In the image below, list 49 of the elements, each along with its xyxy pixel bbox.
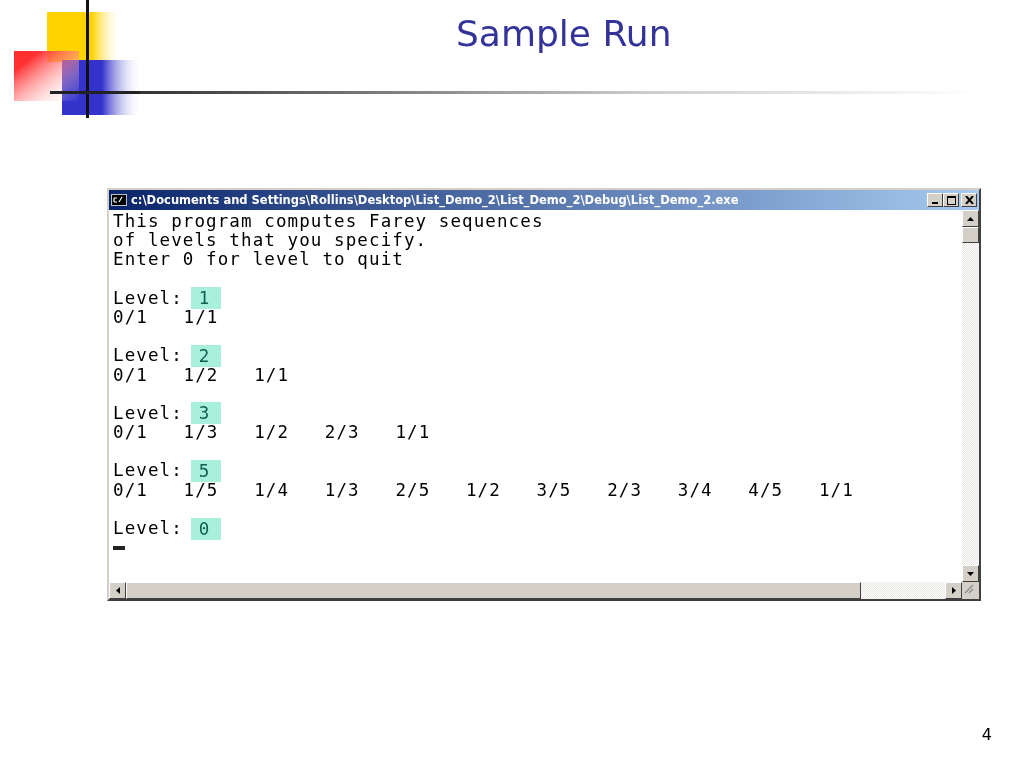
fraction-text: 2/3 — [324, 423, 361, 443]
fraction-text: 0/1 — [113, 480, 149, 500]
minimize-button[interactable] — [927, 193, 943, 207]
fraction-text: 0/1 — [113, 365, 149, 385]
console-text: Enter 0 for level to quit — [113, 250, 404, 270]
fraction-text: 0/1 — [113, 423, 149, 443]
fraction-text: 1/3 — [324, 480, 361, 500]
fraction-text: 1/3 — [183, 423, 220, 443]
fraction-text: 3/4 — [677, 480, 714, 500]
fraction-text: 1/1 — [183, 307, 220, 328]
maximize-icon — [946, 195, 956, 205]
scroll-right-button[interactable] — [945, 582, 962, 599]
fraction-text: 1/1 — [818, 480, 855, 500]
fraction-text: 1/5 — [183, 480, 220, 500]
vertical-scrollbar[interactable] — [962, 210, 979, 582]
scroll-up-button[interactable] — [962, 210, 979, 227]
prompt-label: Level: — [113, 288, 183, 308]
fraction-text: 1/2 — [254, 423, 291, 443]
fraction-text: 2/5 — [395, 480, 432, 500]
left-arrow-icon — [115, 587, 120, 594]
fraction-text: 1/2 — [465, 480, 502, 500]
up-arrow-icon — [967, 216, 974, 221]
prompt-label: Level: — [113, 461, 183, 481]
scroll-thumb[interactable] — [962, 227, 979, 243]
prompt-label: Level: — [113, 346, 183, 366]
slide-number: 4 — [981, 725, 992, 744]
fraction-text: 1/4 — [254, 480, 291, 500]
window-title: c:\Documents and Settings\Rollins\Desktop\List_Demo_2\List_Demo_2\Debug\List_Demo_2.exe — [131, 193, 740, 207]
console-text: This program computes Farey sequences — [113, 212, 544, 232]
scroll-left-button[interactable] — [109, 582, 126, 599]
text-cursor — [113, 545, 125, 550]
prompt-label: Level: — [113, 519, 183, 539]
slide-title: Sample Run — [456, 12, 672, 56]
right-arrow-icon — [951, 587, 956, 594]
fraction-text: 1/1 — [395, 423, 432, 443]
fraction-text: 0/1 — [113, 307, 149, 328]
scroll-down-button[interactable] — [962, 565, 979, 582]
close-icon — [964, 196, 974, 204]
console-text: of levels that you specify. — [113, 231, 428, 251]
down-arrow-icon — [967, 571, 974, 576]
maximize-button[interactable] — [943, 193, 959, 207]
prompt-label: Level: — [113, 403, 183, 424]
fraction-text: 1/1 — [254, 365, 291, 385]
close-button[interactable] — [961, 193, 977, 207]
console-icon — [111, 194, 127, 206]
fraction-text: 3/5 — [536, 480, 573, 500]
fraction-text: 2/3 — [607, 480, 644, 500]
fraction-text: 4/5 — [748, 480, 785, 500]
fraction-text: 1/2 — [183, 365, 220, 385]
